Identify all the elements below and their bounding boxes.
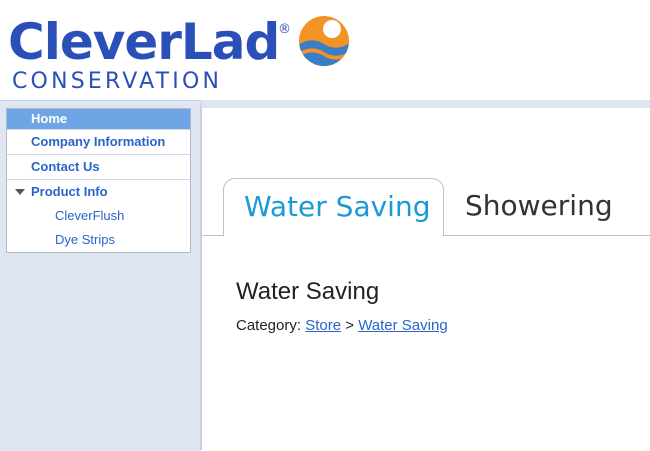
logo-wordmark[interactable]: CleverLad bbox=[8, 14, 280, 70]
sidebar-subitem-cleverflush[interactable]: CleverFlush bbox=[7, 204, 190, 228]
logo-tagline: CONSERVATION bbox=[12, 69, 223, 94]
registered-mark: ® bbox=[278, 22, 291, 37]
sidebar-item-home[interactable]: Home bbox=[7, 109, 190, 130]
sidebar-item-label: Contact Us bbox=[31, 159, 100, 174]
tab-water-saving[interactable]: Water Saving bbox=[223, 178, 444, 236]
expand-triangle-icon[interactable] bbox=[15, 189, 25, 195]
sidebar-item-product-info[interactable]: Product Info bbox=[7, 180, 190, 204]
sidebar-subitem-label: Dye Strips bbox=[55, 232, 115, 247]
breadcrumb: Category: Store > Water Saving bbox=[236, 317, 448, 334]
breadcrumb-link-water-saving[interactable]: Water Saving bbox=[358, 317, 447, 334]
sidebar-item-label: Product Info bbox=[31, 184, 108, 199]
breadcrumb-separator: > bbox=[345, 317, 355, 334]
page-title: Water Saving bbox=[236, 278, 380, 305]
tab-showering[interactable]: Showering bbox=[465, 178, 613, 235]
sidebar-item-label: Home bbox=[31, 111, 68, 126]
sidebar-subitem-label: CleverFlush bbox=[55, 208, 125, 223]
breadcrumb-link-store[interactable]: Store bbox=[305, 317, 341, 334]
sidebar-item-contact-us[interactable]: Contact Us bbox=[7, 155, 190, 180]
site-header: CleverLad ® CONSERVATION bbox=[0, 0, 650, 100]
sidebar-item-company-information[interactable]: Company Information bbox=[7, 130, 190, 155]
sidebar-subitem-dye-strips[interactable]: Dye Strips bbox=[7, 228, 190, 252]
category-label: Category: bbox=[236, 317, 302, 334]
sidebar-menu: Home Company Information Contact Us Prod… bbox=[6, 108, 191, 253]
logo-sun-wave-icon bbox=[299, 16, 349, 66]
sidebar-item-label: Company Information bbox=[31, 134, 166, 149]
content-area bbox=[200, 100, 650, 450]
